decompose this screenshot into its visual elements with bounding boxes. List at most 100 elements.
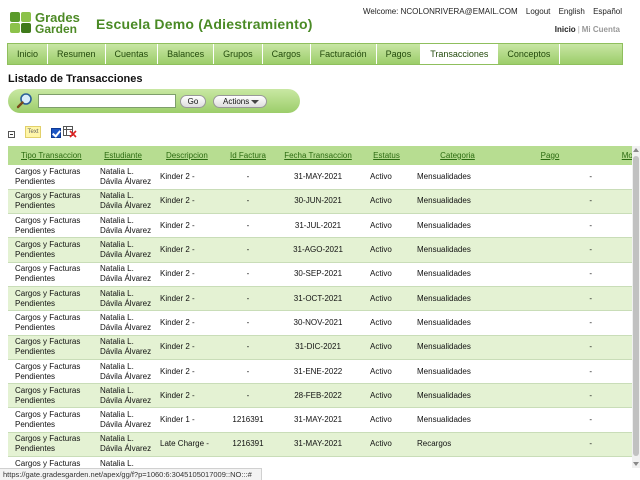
table-row[interactable]: Cargos y Facturas PendientesNatalia L. D… — [8, 407, 632, 433]
column-header[interactable]: Tipo Transaccion — [8, 146, 93, 166]
nav-tab-facturaci-n[interactable]: Facturación — [311, 44, 377, 64]
table-cell: Cargos y Facturas Pendientes — [8, 456, 93, 468]
english-link[interactable]: English — [559, 7, 585, 16]
table-cell: 31-DIC-2021 — [273, 335, 363, 360]
table-cell: Activo — [363, 286, 410, 312]
main-nav: Inicio Resumen Cuentas Balances Grupos Cargos… — [7, 43, 623, 65]
column-header[interactable]: Fecha Transaccion — [273, 146, 363, 166]
actions-menu-button[interactable]: Actions — [213, 95, 267, 108]
table-cell: Mensualidades — [410, 262, 505, 287]
search-input[interactable] — [38, 94, 176, 108]
nav-tab-inicio[interactable]: Inicio — [8, 44, 49, 64]
table-row[interactable]: Cargos y Facturas PendientesNatalia L. D… — [8, 432, 632, 458]
column-header[interactable]: Estatus — [363, 146, 410, 166]
table-cell: Cargos y Facturas Pendientes — [8, 286, 93, 312]
table-cell: $320.0 — [595, 383, 632, 409]
nav-tab-cargos[interactable]: Cargos — [263, 44, 311, 64]
table-cell: - — [223, 189, 273, 215]
table-row[interactable]: Cargos y Facturas PendientesNatalia L. D… — [8, 213, 632, 239]
scrollbar-thumb[interactable] — [633, 156, 639, 456]
column-header[interactable]: Categoria — [410, 146, 505, 166]
gradesgarden-logo[interactable]: Grades Garden — [10, 10, 90, 36]
table-cell: - — [505, 432, 595, 458]
column-header[interactable]: Estudiante — [93, 146, 153, 166]
search-icon[interactable] — [16, 92, 34, 110]
table-cell: Cargos y Facturas Pendientes — [8, 262, 93, 287]
table-cell: - — [505, 286, 595, 312]
table-row[interactable]: Cargos y Facturas PendientesNatalia L. D… — [8, 286, 632, 312]
nav-tab-cuentas[interactable]: Cuentas — [106, 44, 159, 64]
table-cell: - — [223, 310, 273, 336]
scroll-down-icon[interactable] — [633, 462, 639, 466]
table-cell: Mensualidades — [410, 237, 505, 263]
column-header[interactable]: Monto Cargo — [595, 146, 632, 166]
table-cell: Kinder 2 - — [153, 335, 223, 360]
spanish-link[interactable]: Español — [593, 7, 622, 16]
checkbox-icon[interactable] — [51, 128, 61, 138]
table-cell: Activo — [363, 359, 410, 385]
user-links: Welcome: NCOLONRIVERA@EMAIL.COM Logout E… — [357, 7, 622, 16]
table-cell: 31-OCT-2021 — [273, 286, 363, 312]
nav-tab-grupos[interactable]: Grupos — [214, 44, 263, 64]
table-row[interactable]: Cargos y Facturas PendientesNatalia L. D… — [8, 456, 632, 468]
table-cell — [223, 456, 273, 468]
table-header-row: Tipo Transaccion Estudiante Descripcion Id … — [8, 146, 632, 166]
table-cell: Natalia L. Dávila Álvarez — [93, 213, 153, 239]
table-row[interactable]: Cargos y Facturas PendientesNatalia L. D… — [8, 383, 632, 409]
column-header[interactable]: Id Factura — [223, 146, 273, 166]
go-button[interactable]: Go — [180, 95, 206, 108]
table-cell: Cargos y Facturas Pendientes — [8, 165, 93, 190]
nav-tab-transacciones[interactable]: Transacciones — [421, 44, 499, 64]
table-cell: 1216391 — [223, 407, 273, 433]
table-row[interactable]: Cargos y Facturas PendientesNatalia L. D… — [8, 310, 632, 336]
nav-tab-conceptos[interactable]: Conceptos — [498, 44, 561, 64]
table-cell: Activo — [363, 407, 410, 433]
table-cell: - — [505, 407, 595, 433]
actions-label: Actions — [223, 97, 250, 106]
logo-text: Grades Garden — [35, 11, 80, 36]
table-cell: Natalia L. Dávila Álvarez — [93, 359, 153, 385]
table-row[interactable]: Cargos y Facturas PendientesNatalia L. D… — [8, 359, 632, 385]
column-header[interactable]: Descripcion — [153, 146, 223, 166]
table-cell: - — [505, 310, 595, 336]
table-cell: Kinder 2 - — [153, 165, 223, 190]
text-view-icon[interactable]: Text — [25, 126, 41, 138]
table-cell: - — [505, 335, 595, 360]
table-cell: Natalia L. Dávila Álvarez — [93, 189, 153, 215]
logout-link[interactable]: Logout — [526, 7, 550, 16]
column-header[interactable]: Pago — [505, 146, 595, 166]
table-cell: Cargos y Facturas Pendientes — [8, 335, 93, 360]
table-row[interactable]: Cargos y Facturas PendientesNatalia L. D… — [8, 189, 632, 215]
table-cell: Kinder 2 - — [153, 359, 223, 385]
table-row[interactable]: Cargos y Facturas PendientesNatalia L. D… — [8, 262, 632, 287]
table-cell: Mensualidades — [410, 189, 505, 215]
table-row[interactable]: Cargos y Facturas PendientesNatalia L. D… — [8, 335, 632, 360]
table-cell: - — [505, 383, 595, 409]
table-cell: Mensualidades — [410, 310, 505, 336]
table-cell: Mensualidades — [410, 407, 505, 433]
table-row[interactable]: Cargos y Facturas PendientesNatalia L. D… — [8, 165, 632, 190]
table-cell: Cargos y Facturas Pendientes — [8, 383, 93, 409]
remove-filter-icon[interactable] — [63, 126, 77, 138]
table-cell: $320.0 — [595, 213, 632, 239]
table-cell: Activo — [363, 432, 410, 458]
table-cell: 1216391 — [223, 432, 273, 458]
collapse-icon[interactable] — [8, 131, 15, 138]
nav-tab-pagos[interactable]: Pagos — [377, 44, 422, 64]
scroll-up-icon[interactable] — [633, 148, 639, 152]
logo-text-line2: Garden — [35, 21, 78, 36]
table-cell: Activo — [363, 310, 410, 336]
nav-tab-balances[interactable]: Balances — [158, 44, 215, 64]
page-header: Grades Garden Escuela Demo (Adiestramien… — [0, 0, 640, 42]
nav-tab-resumen[interactable]: Resumen — [48, 44, 106, 64]
table-cell: - — [223, 237, 273, 263]
table-cell — [153, 456, 223, 468]
table-cell: - — [223, 286, 273, 312]
inicio-link[interactable]: Inicio — [555, 25, 576, 34]
table-cell: Kinder 2 - — [153, 262, 223, 287]
table-cell: Mensualidades — [410, 359, 505, 385]
table-cell: 31-AGO-2021 — [273, 237, 363, 263]
table-row[interactable]: Cargos y Facturas PendientesNatalia L. D… — [8, 237, 632, 263]
mi-cuenta-link[interactable]: Mi Cuenta — [582, 25, 620, 34]
vertical-scrollbar[interactable] — [632, 146, 640, 468]
